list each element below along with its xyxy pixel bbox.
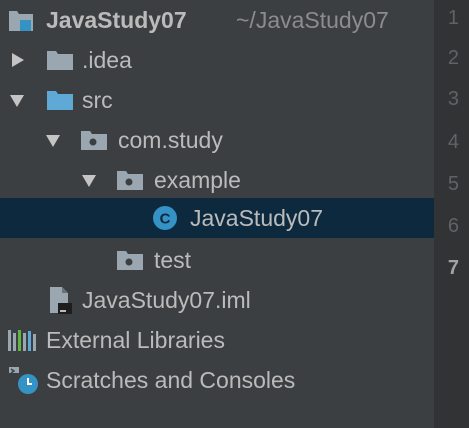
chevron-right-icon[interactable] [12,53,24,67]
scratches-icon [8,365,40,401]
tree-row-project-root[interactable]: JavaStudy07 ~/JavaStudy07 [0,0,434,40]
editor-gutter: 1 2 3 4 5 6 7 [434,0,469,428]
line-number: 4 [447,131,459,153]
tree-label-test: test [154,246,192,273]
line-number: 6 [447,215,459,237]
package-icon [80,128,108,158]
line-number-current: 7 [447,257,459,279]
svg-text:C: C [160,211,171,228]
tree-label-src: src [82,86,113,113]
tree-row-external-libraries[interactable]: External Libraries [0,320,434,360]
tree-label-idea: .idea [82,46,132,73]
tree-row-scratches[interactable]: Scratches and Consoles [0,360,434,400]
tree-label-iml: JavaStudy07.iml [82,286,251,313]
project-module-icon [8,7,34,39]
tree-row-class-javastudy07[interactable]: C JavaStudy07 [0,198,434,238]
chevron-down-icon[interactable] [82,175,96,187]
project-path: ~/JavaStudy07 [236,6,389,33]
folder-icon [46,48,74,78]
tree-label-package: com.study [118,126,223,153]
source-folder-icon [46,88,74,118]
tree-row-iml[interactable]: JavaStudy07.iml [0,280,434,320]
tree-row-idea[interactable]: .idea [0,40,434,80]
class-icon: C [152,205,178,237]
line-number: 2 [447,47,459,69]
line-number: 5 [447,173,459,195]
iml-file-icon [48,286,74,320]
tree-row-com-study[interactable]: com.study [0,120,434,160]
chevron-down-icon[interactable] [10,95,24,107]
tree-row-src[interactable]: src [0,80,434,120]
tree-row-test[interactable]: test [0,240,434,280]
chevron-down-icon[interactable] [46,135,60,147]
project-tree: JavaStudy07 ~/JavaStudy07 .idea src com.… [0,0,434,428]
tree-label-subpackage: example [154,166,241,193]
tree-row-example[interactable]: example [0,160,434,200]
tree-label-external-libraries: External Libraries [46,326,225,353]
package-icon [116,248,144,278]
package-icon [116,168,144,198]
tree-label-class: JavaStudy07 [190,204,323,231]
tree-label-scratches: Scratches and Consoles [46,366,296,393]
libraries-icon [8,328,38,358]
project-name: JavaStudy07 [46,6,187,33]
line-number: 1 [447,7,459,29]
line-number: 3 [447,88,459,110]
